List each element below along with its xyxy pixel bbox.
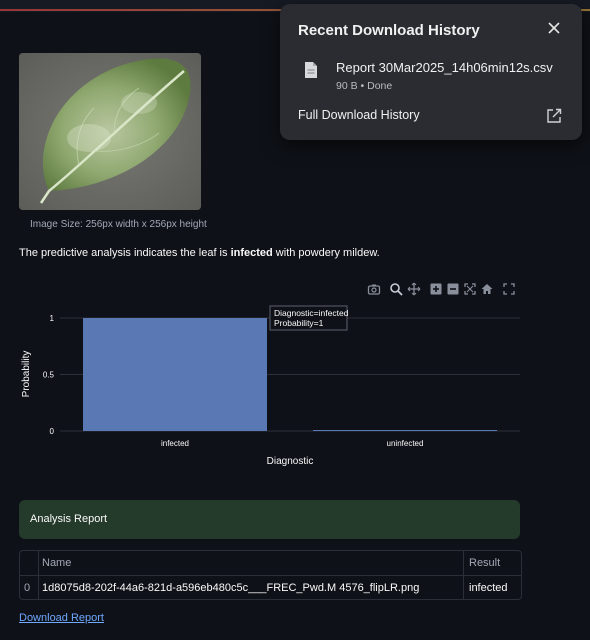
row-name[interactable]: 1d8075d8-202f-44a6-821d-a596eb480c5c___F… bbox=[42, 576, 460, 599]
analysis-prefix: The predictive analysis indicates the le… bbox=[19, 247, 231, 259]
bar-uninfected[interactable] bbox=[313, 430, 497, 431]
download-file-meta: 90 B • Done bbox=[336, 80, 393, 92]
header-name[interactable]: Name bbox=[42, 551, 442, 575]
leaf-image bbox=[19, 53, 201, 210]
download-history-popup: Recent Download History Report 30Mar2025… bbox=[280, 4, 582, 140]
zoom-icon[interactable] bbox=[389, 282, 403, 296]
y-axis-label: Probability bbox=[21, 351, 32, 398]
analysis-text: The predictive analysis indicates the le… bbox=[19, 247, 380, 259]
open-external-icon[interactable] bbox=[546, 108, 562, 124]
close-icon[interactable] bbox=[544, 18, 564, 38]
bar-infected[interactable] bbox=[83, 318, 267, 431]
header-index bbox=[24, 551, 36, 575]
hover-tooltip: Diagnostic=infected Probability=1 bbox=[269, 305, 349, 331]
chart-x-ticks: infected uninfected bbox=[161, 439, 423, 448]
report-title: Analysis Report bbox=[30, 513, 108, 525]
probability-bar-chart[interactable]: 00.51 infected uninfected Probability Dia… bbox=[0, 300, 590, 470]
y-tick-label: 0.5 bbox=[43, 371, 55, 380]
x-axis-label: Diagnostic bbox=[267, 456, 314, 467]
full-download-history-link[interactable]: Full Download History bbox=[298, 108, 420, 122]
analysis-report-banner: Analysis Report bbox=[19, 500, 520, 539]
report-table[interactable]: Name Result 0 1d8075d8-202f-44a6-821d-a5… bbox=[19, 550, 522, 600]
analysis-suffix: with powdery mildew. bbox=[272, 247, 380, 259]
autoscale-icon[interactable] bbox=[463, 282, 477, 296]
download-report-link[interactable]: Download Report bbox=[19, 612, 104, 624]
analysis-status: infected bbox=[230, 247, 273, 259]
zoom-in-icon[interactable] bbox=[429, 282, 443, 296]
camera-icon[interactable] bbox=[367, 282, 381, 296]
table-header-row: Name Result bbox=[20, 551, 521, 575]
x-tick-label: uninfected bbox=[387, 439, 424, 448]
tooltip-line-2: Probability=1 bbox=[274, 318, 324, 328]
image-caption: Image Size: 256px width x 256px height bbox=[30, 219, 207, 230]
tooltip-line-1: Diagnostic=infected bbox=[274, 308, 349, 318]
y-tick-label: 0 bbox=[50, 427, 55, 436]
popup-title: Recent Download History bbox=[298, 22, 480, 39]
file-icon bbox=[304, 61, 318, 84]
home-icon[interactable] bbox=[480, 282, 494, 296]
chart-y-ticks: 00.51 bbox=[43, 314, 55, 436]
x-tick-label: infected bbox=[161, 439, 189, 448]
row-result[interactable]: infected bbox=[469, 576, 519, 599]
row-index: 0 bbox=[24, 582, 31, 594]
zoom-out-icon[interactable] bbox=[446, 282, 460, 296]
pan-icon[interactable] bbox=[407, 282, 421, 296]
fullscreen-icon[interactable] bbox=[502, 282, 516, 296]
download-file-name[interactable]: Report 30Mar2025_14h06min12s.csv bbox=[336, 60, 553, 75]
header-result[interactable]: Result bbox=[469, 551, 519, 575]
y-tick-label: 1 bbox=[50, 314, 55, 323]
table-row[interactable]: 0 1d8075d8-202f-44a6-821d-a596eb480c5c__… bbox=[20, 575, 521, 599]
